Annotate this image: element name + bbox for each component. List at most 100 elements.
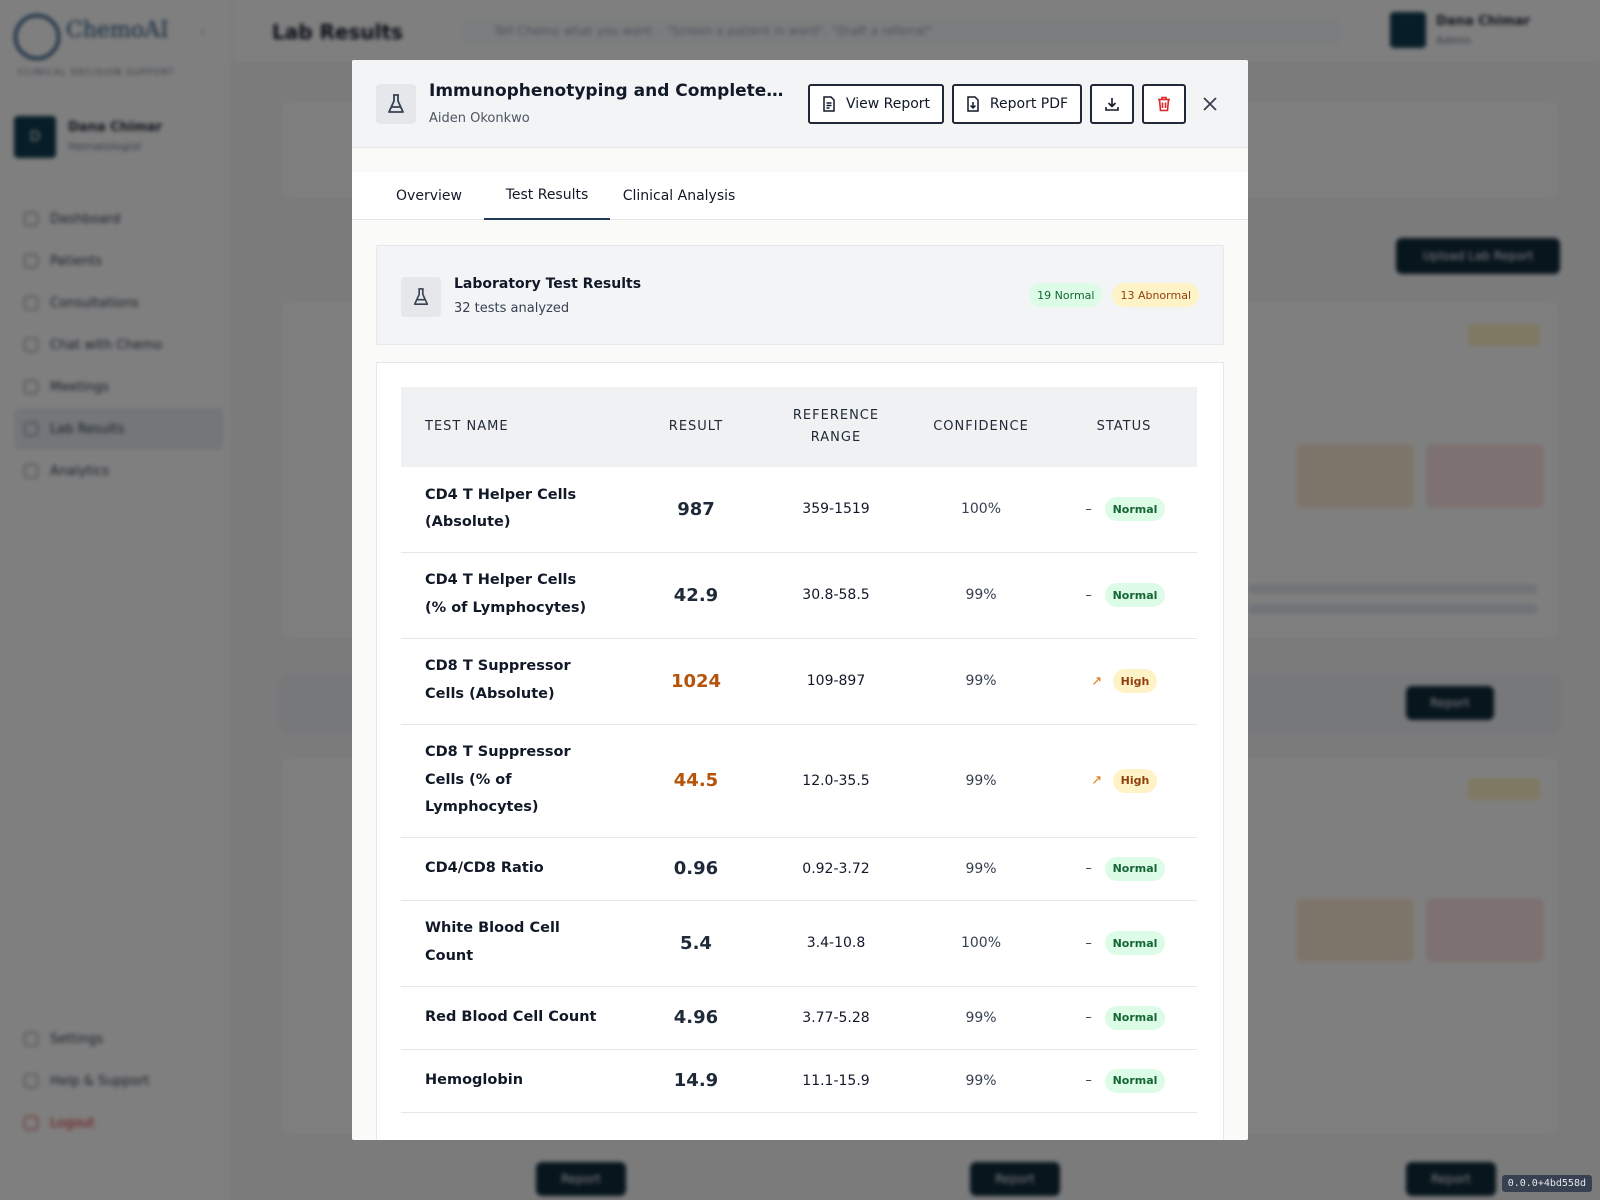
test-name: White Blood Cell: [425, 920, 560, 937]
reference-range: 109-897: [761, 638, 911, 725]
status-cell: – Normal: [1051, 837, 1197, 901]
result-value: 1024: [631, 638, 761, 725]
file-download-icon: [967, 96, 979, 112]
test-name: Lymphocytes): [425, 799, 539, 816]
table-row[interactable]: White Blood Cell Count 5.4 3.4-10.8 100% …: [401, 900, 1197, 987]
download-button[interactable]: [1090, 84, 1134, 124]
result-value: 987: [631, 467, 761, 553]
table-header-row: Test Name Result Reference Range Confiden…: [401, 387, 1197, 467]
test-name-cell: Red Blood Cell Count: [401, 986, 631, 1050]
trash-icon: [1158, 96, 1170, 112]
reference-range: 30.8-58.5: [761, 552, 911, 639]
modal-header: Immunophenotyping and Complete Blood Cou…: [352, 60, 1248, 148]
confidence-value: 99%: [911, 724, 1051, 838]
status-cell: – Normal: [1051, 467, 1197, 553]
table-row[interactable]: Red Blood Cell Count 4.96 3.77-5.28 99% …: [401, 986, 1197, 1050]
table-row[interactable]: CD8 T Suppressor Cells (% of Lymphocytes) …: [401, 724, 1197, 838]
report-pdf-label: Report PDF: [989, 96, 1069, 112]
close-icon[interactable]: [1198, 92, 1222, 116]
normal-count-badge: 19 Normal: [1029, 283, 1103, 307]
status-wrap: – Normal: [1059, 497, 1189, 522]
results-table: Test Name Result Reference Range Confiden…: [401, 387, 1197, 1113]
test-name: Red Blood Cell Count: [425, 1008, 597, 1025]
flask-icon: [376, 84, 416, 124]
results-table-body: CD4 T Helper Cells (Absolute) 987 359-151…: [401, 467, 1197, 1113]
table-row[interactable]: Hemoglobin 14.9 11.1-15.9 99% – Normal: [401, 1049, 1197, 1113]
download-icon: [1105, 98, 1119, 111]
status-cell: – Normal: [1051, 552, 1197, 639]
column-header-reference-range: Reference Range: [761, 387, 911, 467]
report-pdf-button[interactable]: Report PDF: [952, 84, 1082, 124]
test-name-cell: CD8 T Suppressor Cells (Absolute): [401, 638, 631, 725]
confidence-value: 100%: [911, 900, 1051, 987]
dash-icon: –: [1085, 587, 1092, 603]
results-summary: Laboratory Test Results 32 tests analyze…: [376, 245, 1224, 345]
dash-icon: –: [1085, 501, 1092, 517]
result-value: 14.9: [631, 1049, 761, 1113]
abnormal-count-badge: 13 Abnormal: [1112, 283, 1199, 307]
tab-overview[interactable]: Overview: [376, 172, 482, 220]
reference-range: 3.77-5.28: [761, 986, 911, 1050]
table-row[interactable]: CD8 T Suppressor Cells (Absolute) 1024 10…: [401, 638, 1197, 725]
status-badge: Normal: [1104, 1068, 1166, 1093]
version-badge: 0.0.0+4bd558d: [1501, 1175, 1592, 1192]
reference-range: 359-1519: [761, 467, 911, 553]
column-header-status: Status: [1096, 418, 1152, 434]
status-wrap: ↗ High: [1059, 768, 1189, 793]
status-badge: Normal: [1104, 1005, 1166, 1030]
view-report-button[interactable]: View Report: [808, 84, 944, 124]
status-badge: Normal: [1104, 583, 1166, 607]
test-name: (Absolute): [425, 514, 511, 531]
status-badge: Normal: [1104, 931, 1166, 955]
dash-icon: –: [1085, 861, 1092, 876]
confidence-value: 99%: [911, 837, 1051, 901]
dash-icon: –: [1085, 935, 1092, 951]
status-cell: ↗ High: [1051, 638, 1197, 725]
lab-result-modal: Immunophenotyping and Complete Blood Cou…: [352, 60, 1248, 1140]
status-wrap: – Normal: [1059, 583, 1189, 607]
test-name: CD8 T Suppressor: [425, 658, 571, 675]
table-row[interactable]: CD4/CD8 Ratio 0.96 0.92-3.72 99% – Norma…: [401, 837, 1197, 901]
status-wrap: ↗ High: [1059, 669, 1189, 693]
delete-button[interactable]: [1142, 84, 1186, 124]
result-value: 0.96: [631, 837, 761, 901]
confidence-value: 99%: [911, 1049, 1051, 1113]
test-name-cell: White Blood Cell Count: [401, 900, 631, 987]
test-name-cell: CD4 T Helper Cells (Absolute): [401, 467, 631, 553]
test-name-cell: Hemoglobin: [401, 1049, 631, 1113]
test-name: CD4 T Helper Cells: [425, 486, 577, 503]
test-name: (% of Lymphocytes): [425, 600, 587, 616]
tab-clinical-analysis[interactable]: Clinical Analysis: [610, 172, 748, 220]
result-value: 42.9: [631, 552, 761, 639]
header-text: Range: [810, 430, 862, 445]
header-text: Reference: [792, 407, 880, 423]
status-badge: Normal: [1104, 856, 1166, 881]
status-wrap: – Normal: [1059, 1005, 1189, 1030]
trending-up-icon: ↗: [1091, 673, 1103, 689]
test-name: CD4/CD8 Ratio: [425, 859, 544, 876]
tab-test-results[interactable]: Test Results: [484, 172, 610, 220]
summary-title: Laboratory Test Results: [454, 276, 642, 292]
status-wrap: – Normal: [1059, 1068, 1189, 1093]
test-name: CD4 T Helper Cells: [425, 572, 577, 589]
column-header-result: Result: [668, 418, 724, 434]
confidence-value: 99%: [911, 552, 1051, 639]
table-row[interactable]: CD4 T Helper Cells (Absolute) 987 359-151…: [401, 467, 1197, 553]
confidence-value: 100%: [911, 467, 1051, 553]
modal-tabs: Overview Test Results Clinical Analysis: [352, 172, 1248, 220]
test-name-cell: CD4 T Helper Cells (% of Lymphocytes): [401, 552, 631, 639]
column-header-confidence: Confidence: [933, 418, 1029, 434]
results-table-card: Test Name Result Reference Range Confiden…: [376, 362, 1224, 1140]
confidence-value: 99%: [911, 986, 1051, 1050]
view-report-label: View Report: [845, 96, 931, 112]
summary-badges: 19 Normal 13 Abnormal: [1029, 283, 1199, 307]
table-row[interactable]: CD4 T Helper Cells (% of Lymphocytes) 42.…: [401, 552, 1197, 639]
result-value: 44.5: [631, 724, 761, 838]
trending-up-icon: ↗: [1091, 773, 1103, 788]
result-value: 4.96: [631, 986, 761, 1050]
status-wrap: – Normal: [1059, 856, 1189, 881]
summary-subtitle: 32 tests analyzed: [454, 301, 570, 316]
flask-icon: [401, 277, 441, 317]
document-icon: [823, 96, 835, 112]
reference-range: 11.1-15.9: [761, 1049, 911, 1113]
